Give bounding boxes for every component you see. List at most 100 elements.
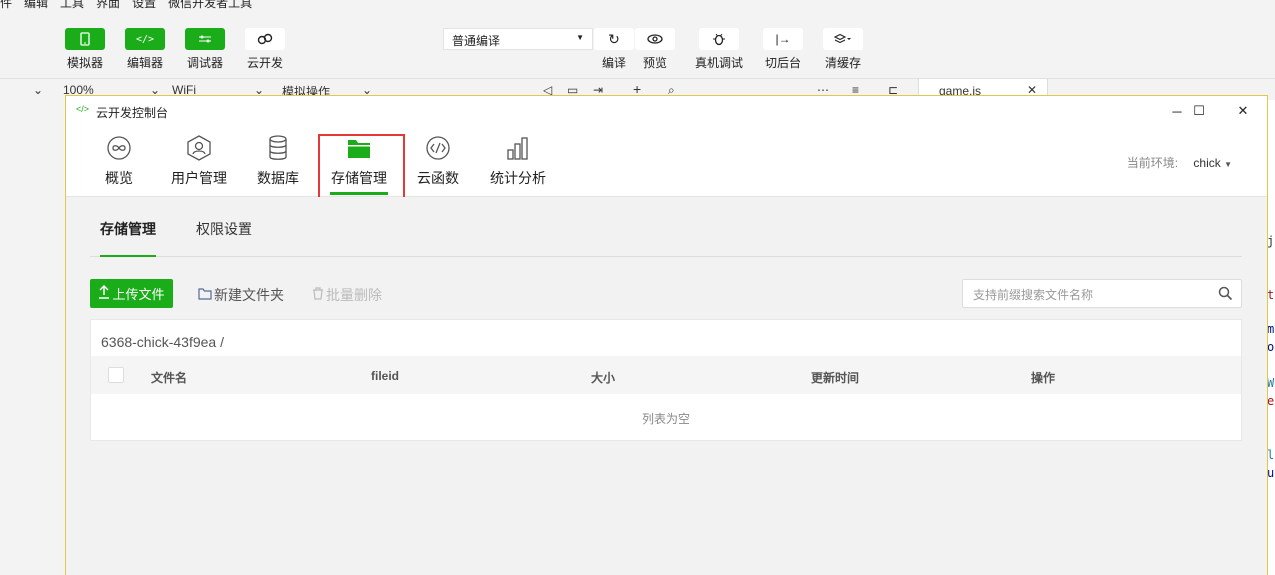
menu-devtools[interactable]: 微信开发者工具: [168, 0, 252, 10]
window-title: 云开发控制台: [96, 106, 169, 120]
simulator-label: 模拟器: [66, 56, 103, 70]
upload-icon: [98, 284, 110, 302]
infinity-icon: [105, 134, 133, 162]
background-label: 切后台: [764, 56, 801, 70]
env-value: chick: [1193, 156, 1221, 170]
storage-subtabs: 存储管理 权限设置: [90, 197, 1242, 257]
new-folder-label: 新建文件夹: [214, 287, 284, 303]
code-char: o: [1267, 340, 1275, 354]
menu-interface[interactable]: 界面: [96, 0, 120, 10]
code-char: m: [1267, 322, 1275, 336]
switch-background-icon: |→: [763, 28, 803, 50]
tab-label: 权限设置: [196, 221, 252, 237]
breadcrumb[interactable]: 6368-chick-43f9ea /: [101, 334, 224, 350]
storage-content: 存储管理 权限设置 上传文件 新建文件夹 批量删除 支持前缀搜索文件名称 636…: [66, 197, 1267, 575]
tab-storage-management[interactable]: 存储管理: [100, 219, 156, 257]
caret-down-icon: ▼: [576, 33, 584, 42]
database-icon: [264, 134, 292, 162]
nav-users[interactable]: 用户管理: [170, 134, 228, 188]
column-header: 大小: [591, 371, 616, 385]
maximize-icon[interactable]: ☐: [1189, 101, 1209, 121]
toolbar: 模拟器 </> 编辑器 调试器 云开发 普通编译 ▼ ↻ 编译 预览 真机调试: [0, 10, 1275, 78]
menu-settings[interactable]: 设置: [132, 0, 156, 10]
cloud-button[interactable]: 云开发: [237, 28, 293, 71]
clear-cache-label: 清缓存: [824, 56, 861, 70]
cloud-console-window: </> 云开发控制台 ─ ☐ ✕ 概览 用户管理 数据库 存储管理 云函数 统计…: [65, 95, 1268, 575]
background-button[interactable]: |→ 切后台: [755, 28, 811, 71]
new-folder-button[interactable]: 新建文件夹: [198, 285, 284, 305]
window-titlebar: </> 云开发控制台 ─ ☐ ✕: [66, 96, 1267, 124]
nav-label: 用户管理: [171, 170, 227, 186]
nav-label: 数据库: [257, 170, 299, 186]
trash-icon: [312, 287, 324, 303]
nav-functions[interactable]: 云函数: [416, 134, 460, 188]
menu-tools[interactable]: 工具: [60, 0, 84, 10]
cloud-link-icon: [245, 28, 285, 50]
tab-permission-settings[interactable]: 权限设置: [196, 219, 252, 239]
phone-icon: [65, 28, 105, 50]
cloud-label: 云开发: [246, 56, 283, 70]
code-icon: </>: [125, 28, 165, 50]
code-char: W: [1267, 376, 1275, 390]
real-debug-button[interactable]: 真机调试: [691, 28, 747, 71]
code-char: l: [1267, 448, 1275, 462]
sliders-icon: [185, 28, 225, 50]
tab-label: 存储管理: [100, 221, 156, 237]
env-selector[interactable]: 当前环境: chick ▼: [1127, 154, 1232, 171]
preview-button[interactable]: 预览: [627, 28, 683, 71]
menu-file[interactable]: 件: [0, 0, 12, 10]
column-header: 文件名: [151, 371, 188, 385]
code-char: u: [1267, 466, 1275, 480]
search-icon[interactable]: [1218, 286, 1233, 304]
function-icon: [424, 134, 452, 162]
batch-delete-button[interactable]: 批量删除: [312, 285, 382, 305]
bug-icon: [699, 28, 739, 50]
eye-icon: [635, 28, 675, 50]
code-logo-icon: </>: [76, 104, 90, 114]
code-char: j: [1267, 234, 1275, 248]
active-underline: [100, 255, 156, 257]
column-header: fileid: [371, 369, 400, 383]
folder-outline-icon: [198, 287, 212, 303]
chevron-down-icon[interactable]: ⌄: [33, 83, 43, 97]
env-label: 当前环境:: [1126, 156, 1179, 170]
menu-bar: 件 编辑 工具 界面 设置 微信开发者工具: [0, 0, 1275, 10]
simulator-button[interactable]: 模拟器: [57, 28, 113, 71]
minimize-icon[interactable]: ─: [1167, 101, 1187, 121]
nav-database[interactable]: 数据库: [256, 134, 300, 188]
caret-down-icon: ▼: [1224, 160, 1232, 169]
file-search-input[interactable]: 支持前缀搜索文件名称: [962, 279, 1242, 308]
editor-button[interactable]: </> 编辑器: [117, 28, 173, 71]
debugger-button[interactable]: 调试器: [177, 28, 233, 71]
nav-overview[interactable]: 概览: [102, 134, 136, 188]
nav-label: 概览: [105, 170, 133, 186]
compile-mode-select[interactable]: 普通编译 ▼: [443, 28, 593, 50]
empty-list-text: 列表为空: [641, 412, 690, 426]
real-debug-label: 真机调试: [694, 56, 743, 70]
bar-chart-icon: [504, 134, 532, 162]
compile-label: 编译: [601, 56, 626, 70]
console-nav: 概览 用户管理 数据库 存储管理 云函数 统计分析 当前环境: chick ▼: [66, 124, 1267, 210]
column-header: 操作: [1031, 371, 1056, 385]
menu-edit[interactable]: 编辑: [24, 0, 48, 10]
select-all-checkbox[interactable]: [108, 367, 124, 383]
column-header: 更新时间: [811, 371, 860, 385]
upload-label: 上传文件: [112, 287, 165, 302]
debugger-label: 调试器: [186, 56, 223, 70]
file-list-panel: 6368-chick-43f9ea / 文件名 fileid 大小 更新时间 操…: [90, 319, 1242, 441]
nav-label: 云函数: [417, 170, 459, 186]
table-header: 文件名 fileid 大小 更新时间 操作: [91, 356, 1241, 394]
code-char: e: [1267, 394, 1275, 408]
user-icon: [185, 134, 213, 162]
preview-label: 预览: [642, 56, 667, 70]
editor-label: 编辑器: [126, 56, 163, 70]
close-icon[interactable]: ✕: [1233, 101, 1253, 121]
layers-icon: [823, 28, 863, 50]
code-char: t: [1267, 288, 1275, 302]
upload-file-button[interactable]: 上传文件: [90, 279, 173, 308]
nav-statistics[interactable]: 统计分析: [489, 134, 547, 188]
compile-mode-value: 普通编译: [452, 34, 501, 48]
batch-delete-label: 批量删除: [326, 287, 382, 303]
clear-cache-button[interactable]: 清缓存: [815, 28, 871, 71]
search-placeholder: 支持前缀搜索文件名称: [973, 288, 1094, 302]
